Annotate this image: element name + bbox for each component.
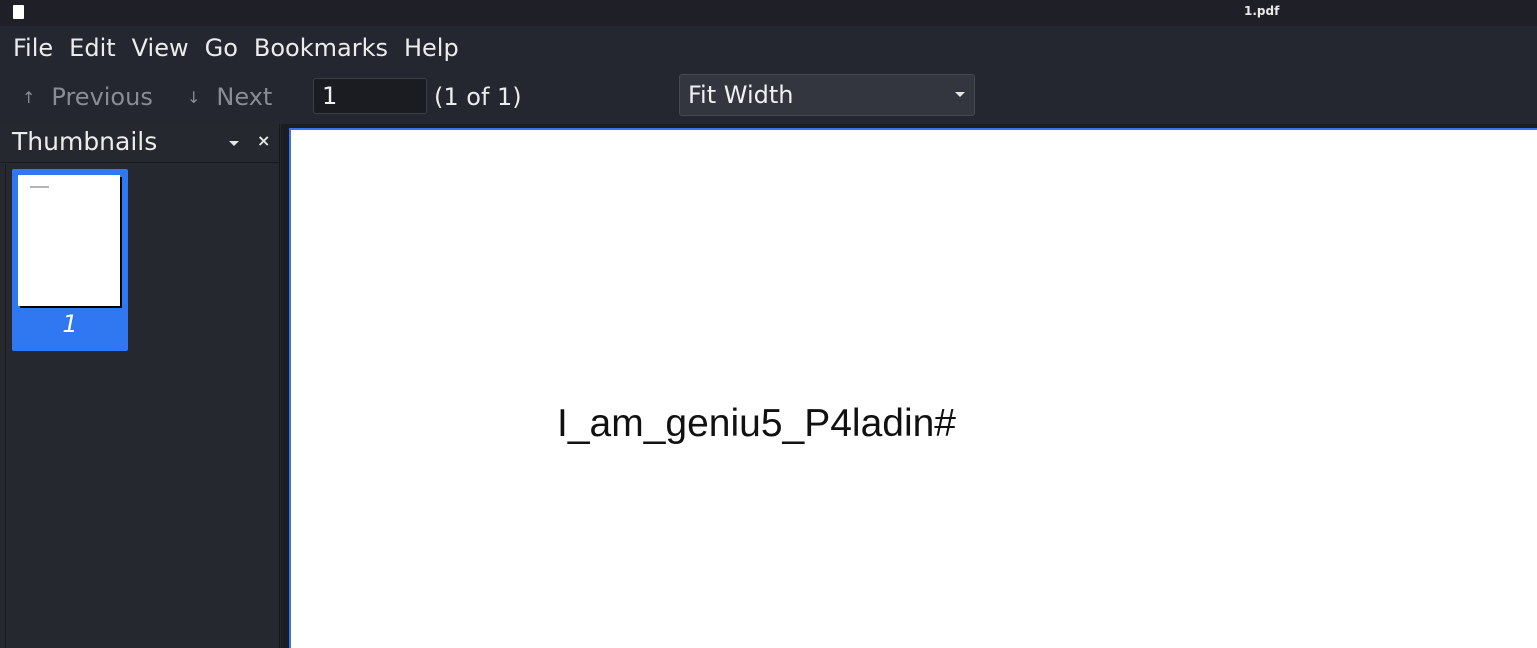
- close-icon[interactable]: ×: [257, 132, 270, 150]
- next-page-button[interactable]: ↓ Next: [187, 79, 272, 115]
- document-text: I_am_geniu5_P4ladin#: [557, 402, 956, 445]
- title-bar: 1.pdf: [0, 0, 1537, 26]
- next-label: Next: [216, 83, 273, 111]
- caret-down-icon[interactable]: [229, 141, 239, 146]
- previous-label: Previous: [51, 83, 153, 111]
- document-page[interactable]: I_am_geniu5_P4ladin#: [289, 128, 1537, 648]
- menu-file[interactable]: File: [5, 26, 61, 71]
- document-icon: [13, 5, 24, 19]
- previous-page-button[interactable]: ↑ Previous: [22, 79, 153, 115]
- pdf-viewer-window: 1.pdf File Edit View Go Bookmarks Help ↑…: [0, 0, 1537, 648]
- menu-bar: File Edit View Go Bookmarks Help: [0, 26, 1537, 71]
- arrow-down-icon: ↓: [187, 87, 201, 107]
- arrow-up-icon: ↑: [22, 87, 36, 107]
- sidebar-title: Thumbnails: [12, 127, 158, 156]
- page-number-input[interactable]: [313, 78, 427, 114]
- thumbnail-text-line: [30, 186, 49, 188]
- window-title: 1.pdf: [1244, 4, 1280, 18]
- menu-view[interactable]: View: [124, 26, 197, 71]
- page-count-label: (1 of 1): [434, 83, 522, 111]
- zoom-value: Fit Width: [688, 81, 794, 109]
- menu-help[interactable]: Help: [396, 26, 467, 71]
- menu-bookmarks[interactable]: Bookmarks: [246, 26, 396, 71]
- thumbnail-page-preview: [18, 175, 120, 306]
- thumbnail-item[interactable]: 1: [12, 169, 128, 351]
- sidebar-header: Thumbnails ×: [0, 124, 279, 163]
- zoom-select[interactable]: Fit Width: [679, 74, 975, 116]
- menu-go[interactable]: Go: [197, 26, 246, 71]
- menu-edit[interactable]: Edit: [61, 26, 123, 71]
- caret-down-icon: [955, 92, 965, 97]
- document-view[interactable]: I_am_geniu5_P4ladin#: [281, 124, 1537, 648]
- thumbnail-label: 1: [62, 310, 78, 338]
